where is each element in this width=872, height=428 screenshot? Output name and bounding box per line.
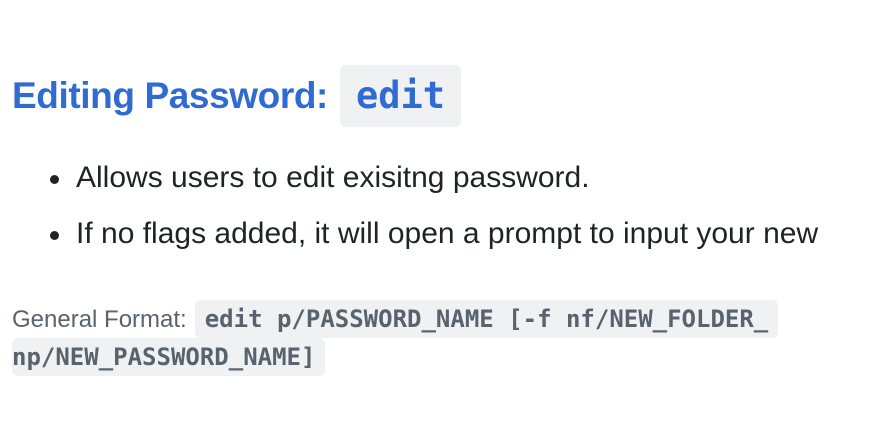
general-format-code: edit p/PASSWORD_NAME [-f nf/NEW_FOLDER_ xyxy=(194,300,779,338)
general-format-block: General Format: edit p/PASSWORD_NAME [-f … xyxy=(12,300,872,376)
general-format-line: General Format: edit p/PASSWORD_NAME [-f … xyxy=(12,300,872,338)
general-format-code-continued: np/NEW_PASSWORD_NAME] xyxy=(12,338,326,376)
general-format-label: General Format: xyxy=(12,306,187,333)
bullet-dot-icon xyxy=(50,175,59,184)
heading-text: Editing Password: xyxy=(12,75,328,116)
bullet-item: Allows users to edit exisitng password. xyxy=(40,150,872,206)
feature-bullet-list: Allows users to edit exisitng password. … xyxy=(40,150,872,262)
bullet-dot-icon xyxy=(50,231,59,240)
heading-command-code: edit xyxy=(339,65,462,127)
bullet-item-text: Allows users to edit exisitng password. xyxy=(76,161,590,194)
section-heading: Editing Password: edit xyxy=(12,65,462,127)
general-format-line: np/NEW_PASSWORD_NAME] xyxy=(12,338,872,376)
bullet-item-text: If no flags added, it will open a prompt… xyxy=(76,217,819,250)
bullet-item: If no flags added, it will open a prompt… xyxy=(40,206,872,262)
